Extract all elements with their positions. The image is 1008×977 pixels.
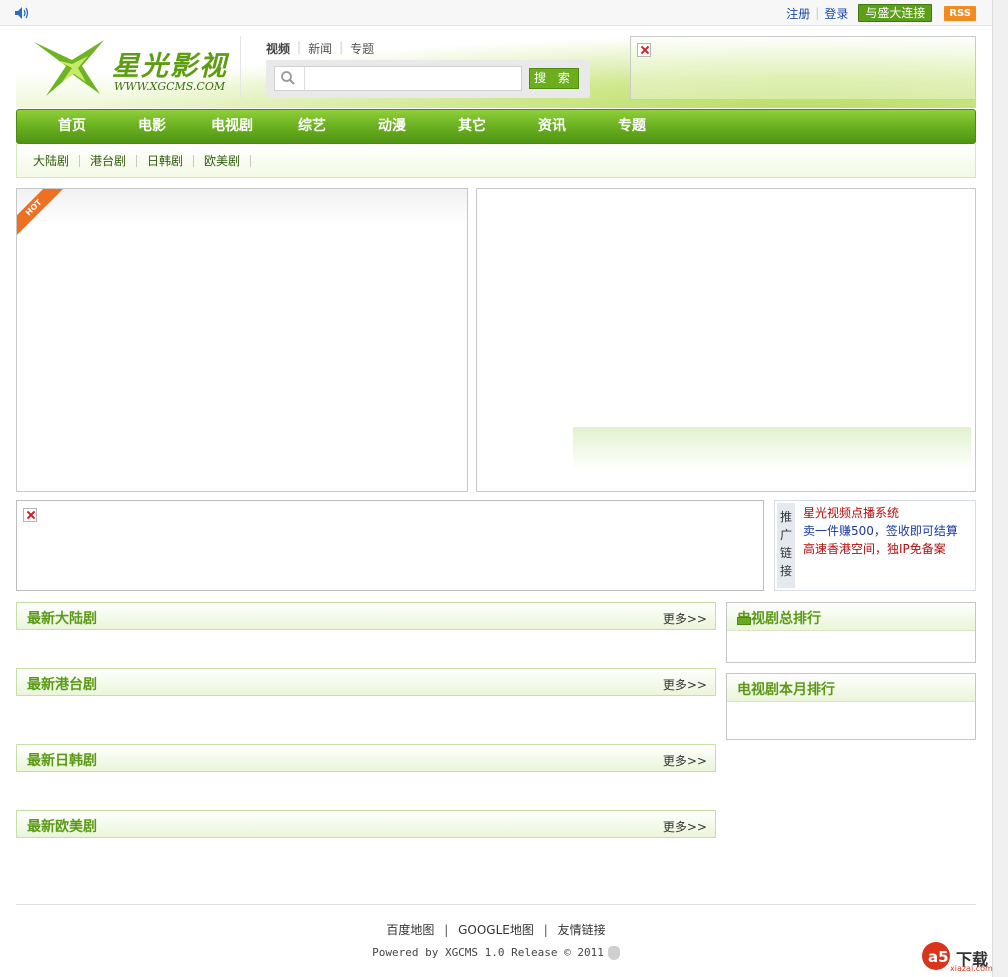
- nav-item-variety[interactable]: 综艺: [272, 110, 352, 143]
- login-link[interactable]: 登录: [824, 5, 848, 22]
- search-icon: [281, 71, 295, 85]
- svg-text:a5: a5: [928, 948, 949, 966]
- promo-link[interactable]: 星光视频点播系统: [803, 504, 958, 522]
- separator: |: [297, 40, 302, 54]
- more-link[interactable]: 更多>>: [663, 752, 707, 769]
- promo-link[interactable]: 卖一件赚500，签收即可结算: [803, 522, 958, 540]
- more-link[interactable]: 更多>>: [663, 676, 707, 693]
- shield-icon: [607, 946, 620, 960]
- search-tab-topic[interactable]: 专题: [350, 40, 374, 57]
- search-input[interactable]: [304, 67, 520, 90]
- nav-item-topic[interactable]: 专题: [592, 110, 672, 143]
- broken-image-icon: [637, 43, 651, 57]
- tv-month-ranking: 电视剧本月排行: [726, 673, 976, 740]
- separator: |: [339, 40, 344, 54]
- site-header: 星光影视 WWW.XGCMS.COM 视频 | 新闻 | 专题 搜 索: [16, 28, 976, 108]
- more-link[interactable]: 更多>>: [663, 818, 707, 835]
- side-box-header: 电视剧本月排行: [727, 674, 975, 702]
- slide-caption-strip: [573, 427, 971, 469]
- nav-item-other[interactable]: 其它: [432, 110, 512, 143]
- section-title: 最新港台剧: [27, 677, 97, 693]
- rss-button[interactable]: RSS: [944, 5, 976, 21]
- register-link[interactable]: 注册: [786, 5, 810, 22]
- nav-item-home[interactable]: 首页: [32, 110, 112, 143]
- subnav-item-euus[interactable]: 欧美剧: [202, 154, 252, 167]
- separator: |: [815, 6, 820, 20]
- watermark-sub: xiazai.com: [950, 964, 993, 973]
- header-divider: [240, 36, 241, 98]
- promo-links-box: 推广链接 星光视频点播系统 卖一件赚500，签收即可结算 高速香港空间，独IP免…: [774, 500, 976, 591]
- section-title: 最新日韩剧: [27, 753, 97, 769]
- nav-item-tv[interactable]: 电视剧: [192, 110, 272, 143]
- nav-item-movie[interactable]: 电影: [112, 110, 192, 143]
- search-button[interactable]: 搜 索: [529, 68, 579, 89]
- nav-item-anime[interactable]: 动漫: [352, 110, 432, 143]
- search-tab-news[interactable]: 新闻: [308, 40, 332, 57]
- section-euus: 最新欧美剧 更多>>: [16, 810, 716, 838]
- subnav-item-jpkr[interactable]: 日韩剧: [145, 154, 195, 167]
- side-box-header: 电视剧总排行: [727, 603, 975, 631]
- section-title: 最新大陆剧: [27, 611, 97, 627]
- banner-ad-slot[interactable]: [16, 500, 764, 591]
- more-link[interactable]: 更多>>: [663, 610, 707, 627]
- sheng-connect-button[interactable]: 与盛大连接: [858, 4, 933, 22]
- footer-links: 百度地图 | GOOGLE地图 | 友情链接: [0, 921, 992, 938]
- search-tab-video[interactable]: 视频: [266, 40, 290, 57]
- subnav-item-mainland[interactable]: 大陆剧: [31, 154, 81, 167]
- nav-item-news[interactable]: 资讯: [512, 110, 592, 143]
- separator: |: [543, 923, 548, 937]
- section-title: 最新欧美剧: [27, 819, 97, 835]
- footer-divider: [16, 904, 976, 905]
- search-tabs: 视频 | 新闻 | 专题: [266, 40, 374, 57]
- section-mainland: 最新大陆剧 更多>>: [16, 602, 716, 630]
- speaker-icon[interactable]: [14, 6, 30, 20]
- section-hktw: 最新港台剧 更多>>: [16, 668, 716, 696]
- hot-badge: HOT: [17, 189, 64, 238]
- logo-url: WWW.XGCMS.COM: [114, 80, 226, 93]
- main-nav: 首页 电影 电视剧 综艺 动漫 其它 资讯 专题: [16, 109, 976, 144]
- promo-links: 星光视频点播系统 卖一件赚500，签收即可结算 高速香港空间，独IP免备案: [803, 504, 958, 558]
- section-jpkr: 最新日韩剧 更多>>: [16, 744, 716, 772]
- promo-label: 推广链接: [777, 503, 795, 588]
- powered-by: Powered by XGCMS 1.0 Release © 2011: [0, 946, 992, 960]
- vertical-scrollbar[interactable]: [992, 0, 1008, 977]
- logo-title: 星光影视: [112, 51, 228, 82]
- broken-image-icon: [23, 508, 37, 522]
- powered-text: Powered by XGCMS 1.0 Release © 2011: [372, 946, 604, 959]
- google-sitemap-link[interactable]: GOOGLE地图: [458, 923, 534, 937]
- header-ad-slot[interactable]: [630, 36, 976, 100]
- subnav-item-hktw[interactable]: 港台剧: [88, 154, 138, 167]
- top-links: 注册 | 登录 与盛大连接 RSS: [786, 4, 976, 22]
- friend-links-link[interactable]: 友情链接: [558, 923, 606, 937]
- baidu-sitemap-link[interactable]: 百度地图: [386, 923, 434, 937]
- hot-showcase: HOT: [16, 188, 468, 492]
- rank-number-icon: [737, 617, 751, 625]
- promo-link[interactable]: 高速香港空间，独IP免备案: [803, 540, 958, 558]
- slide-showcase: [476, 188, 976, 492]
- tv-total-ranking: 电视剧总排行: [726, 602, 976, 663]
- sub-nav: 大陆剧 港台剧 日韩剧 欧美剧: [16, 144, 976, 178]
- separator: |: [444, 923, 449, 937]
- side-box-title: 电视剧本月排行: [737, 682, 835, 698]
